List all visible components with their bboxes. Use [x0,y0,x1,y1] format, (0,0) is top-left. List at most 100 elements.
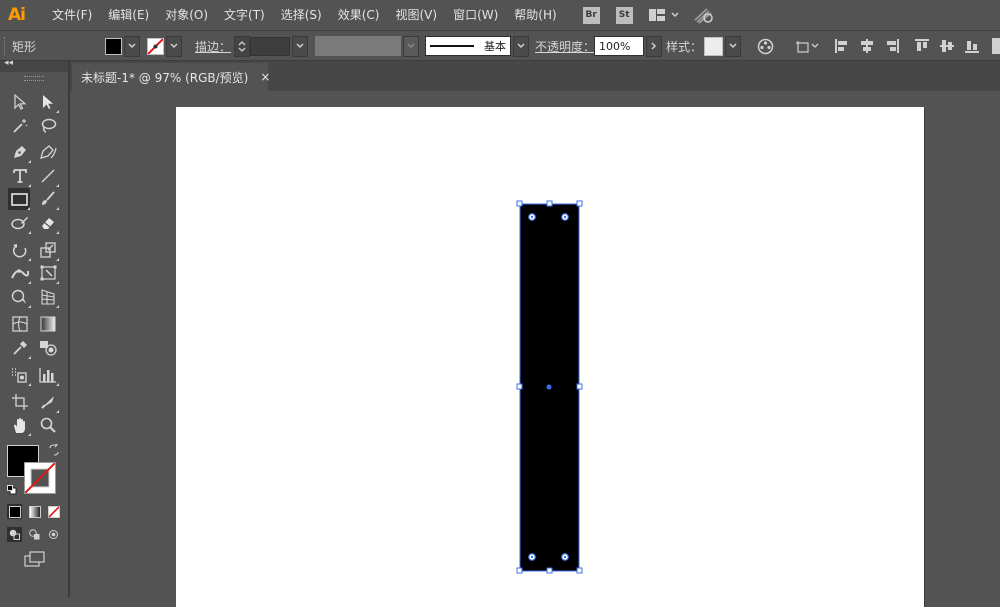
paintbrush-tool[interactable] [37,188,59,210]
stroke-weight-input[interactable] [250,36,290,56]
fill-color-control[interactable] [105,31,140,61]
fill-swatch[interactable] [105,37,122,55]
fill-dropdown[interactable] [124,35,140,57]
draw-normal-button[interactable] [7,527,22,542]
panel-grip[interactable] [24,76,44,81]
align-top-button[interactable] [914,31,930,61]
none-mode-button[interactable] [46,504,61,519]
menu-edit[interactable]: 编辑(E) [100,3,157,27]
magic-wand-tool[interactable] [9,115,31,137]
shaper-icon [11,217,28,230]
opacity-input[interactable]: 100% [594,36,644,56]
curvature-tool[interactable] [37,141,59,163]
align-right-button[interactable] [884,31,900,61]
default-fill-stroke-icon[interactable] [7,484,17,495]
menu-window[interactable]: 窗口(W) [445,3,506,27]
column-graph-tool[interactable] [37,364,59,386]
app-logo: Ai [8,5,26,25]
color-mode-button[interactable] [7,504,22,519]
menu-object[interactable]: 对象(O) [157,3,216,27]
align-bottom-button[interactable] [964,31,980,61]
tools-panel-header[interactable]: ◂◂ [0,58,68,72]
menu-view[interactable]: 视图(V) [387,3,445,27]
align-left-button[interactable] [834,31,850,61]
stroke-dropdown[interactable] [166,35,182,57]
document-tab[interactable]: 未标题-1* @ 97% (RGB/预览) × [72,63,270,91]
swap-fill-stroke-icon[interactable] [48,442,60,456]
transform-options-button[interactable] [795,31,819,61]
slice-tool[interactable] [37,391,59,413]
recolor-artwork-button[interactable] [757,31,774,61]
graphic-style-dropdown[interactable] [725,35,741,57]
gpu-performance-button[interactable] [693,6,715,24]
brush-definition-control[interactable]: 基本 [425,31,529,61]
line-segment-tool[interactable] [37,165,59,187]
selected-artwork[interactable] [70,91,1000,597]
collapse-panel-icon[interactable]: ◂◂ [4,58,13,68]
change-screen-mode-button[interactable] [24,551,46,568]
align-middle-icon [940,40,954,52]
free-transform-tool[interactable] [37,262,59,284]
brush-definition-dropdown[interactable] [513,35,529,57]
width-profile-dropdown[interactable] [403,35,419,57]
stroke-swatch-none[interactable] [147,37,164,55]
menu-type[interactable]: 文字(T) [216,3,273,27]
menu-help[interactable]: 帮助(H) [506,3,564,27]
width-profile-preview[interactable] [315,36,401,56]
gradient-mode-button[interactable] [27,504,42,519]
align-vertical-center-button[interactable] [939,31,955,61]
graphic-style-swatch[interactable] [704,36,723,56]
bridge-button[interactable]: Br [582,6,600,24]
blend-tool[interactable] [37,337,59,359]
selection-tool[interactable] [9,91,31,113]
graphic-style-control[interactable] [704,31,741,61]
rotate-tool[interactable] [9,239,31,261]
stock-button[interactable]: St [615,6,633,24]
draw-inside-button[interactable] [46,527,61,542]
align-horizontal-center-button[interactable] [859,31,875,61]
close-icon[interactable]: × [260,70,270,84]
stroke-swatch-large[interactable] [24,462,56,494]
stroke-weight-control[interactable] [234,31,308,61]
menu-effect[interactable]: 效果(C) [330,3,388,27]
direct-selection-tool[interactable] [37,91,59,113]
paintbrush-icon [42,191,55,205]
zoom-tool[interactable] [37,414,59,436]
artboard-tool[interactable] [9,391,31,413]
width-tool[interactable] [9,262,31,284]
perspective-grid-tool[interactable] [37,286,59,308]
align-center-icon [861,39,873,53]
chevron-down-icon [128,43,136,49]
stroke-weight-label: 描边： [195,39,232,54]
current-tool-name: 矩形 [12,39,37,54]
distribute-button[interactable] [992,31,1000,61]
eyedropper-tool[interactable] [9,337,31,359]
mesh-tool[interactable] [9,313,31,335]
gradient-tool[interactable] [37,313,59,335]
draw-behind-button[interactable] [27,527,42,542]
stroke-weight-spinner[interactable] [234,35,250,57]
opacity-label[interactable]: 不透明度： [535,38,595,55]
stroke-color-control[interactable] [147,31,182,61]
workspace-switcher[interactable] [648,9,679,21]
type-t-icon [13,169,27,183]
hand-tool[interactable] [9,414,31,436]
shaper-tool[interactable] [9,212,31,234]
eraser-tool[interactable] [37,212,59,234]
scale-tool[interactable] [37,239,59,261]
align-bottom-icon [965,41,979,53]
pen-tool[interactable] [9,141,31,163]
symbol-sprayer-tool[interactable] [9,364,31,386]
type-tool[interactable] [9,165,31,187]
rectangle-tool[interactable] [8,188,30,210]
opacity-control[interactable]: 100% [594,31,662,61]
menu-file[interactable]: 文件(F) [44,3,100,27]
shape-builder-tool[interactable] [9,286,31,308]
stroke-weight-dropdown[interactable] [292,35,308,57]
lasso-tool[interactable] [37,115,59,137]
canvas-area[interactable] [70,91,1000,607]
menu-select[interactable]: 选择(S) [273,3,330,27]
variable-width-profile[interactable] [315,31,419,61]
opacity-slider-button[interactable] [646,35,662,57]
brush-definition-field[interactable]: 基本 [425,36,511,56]
